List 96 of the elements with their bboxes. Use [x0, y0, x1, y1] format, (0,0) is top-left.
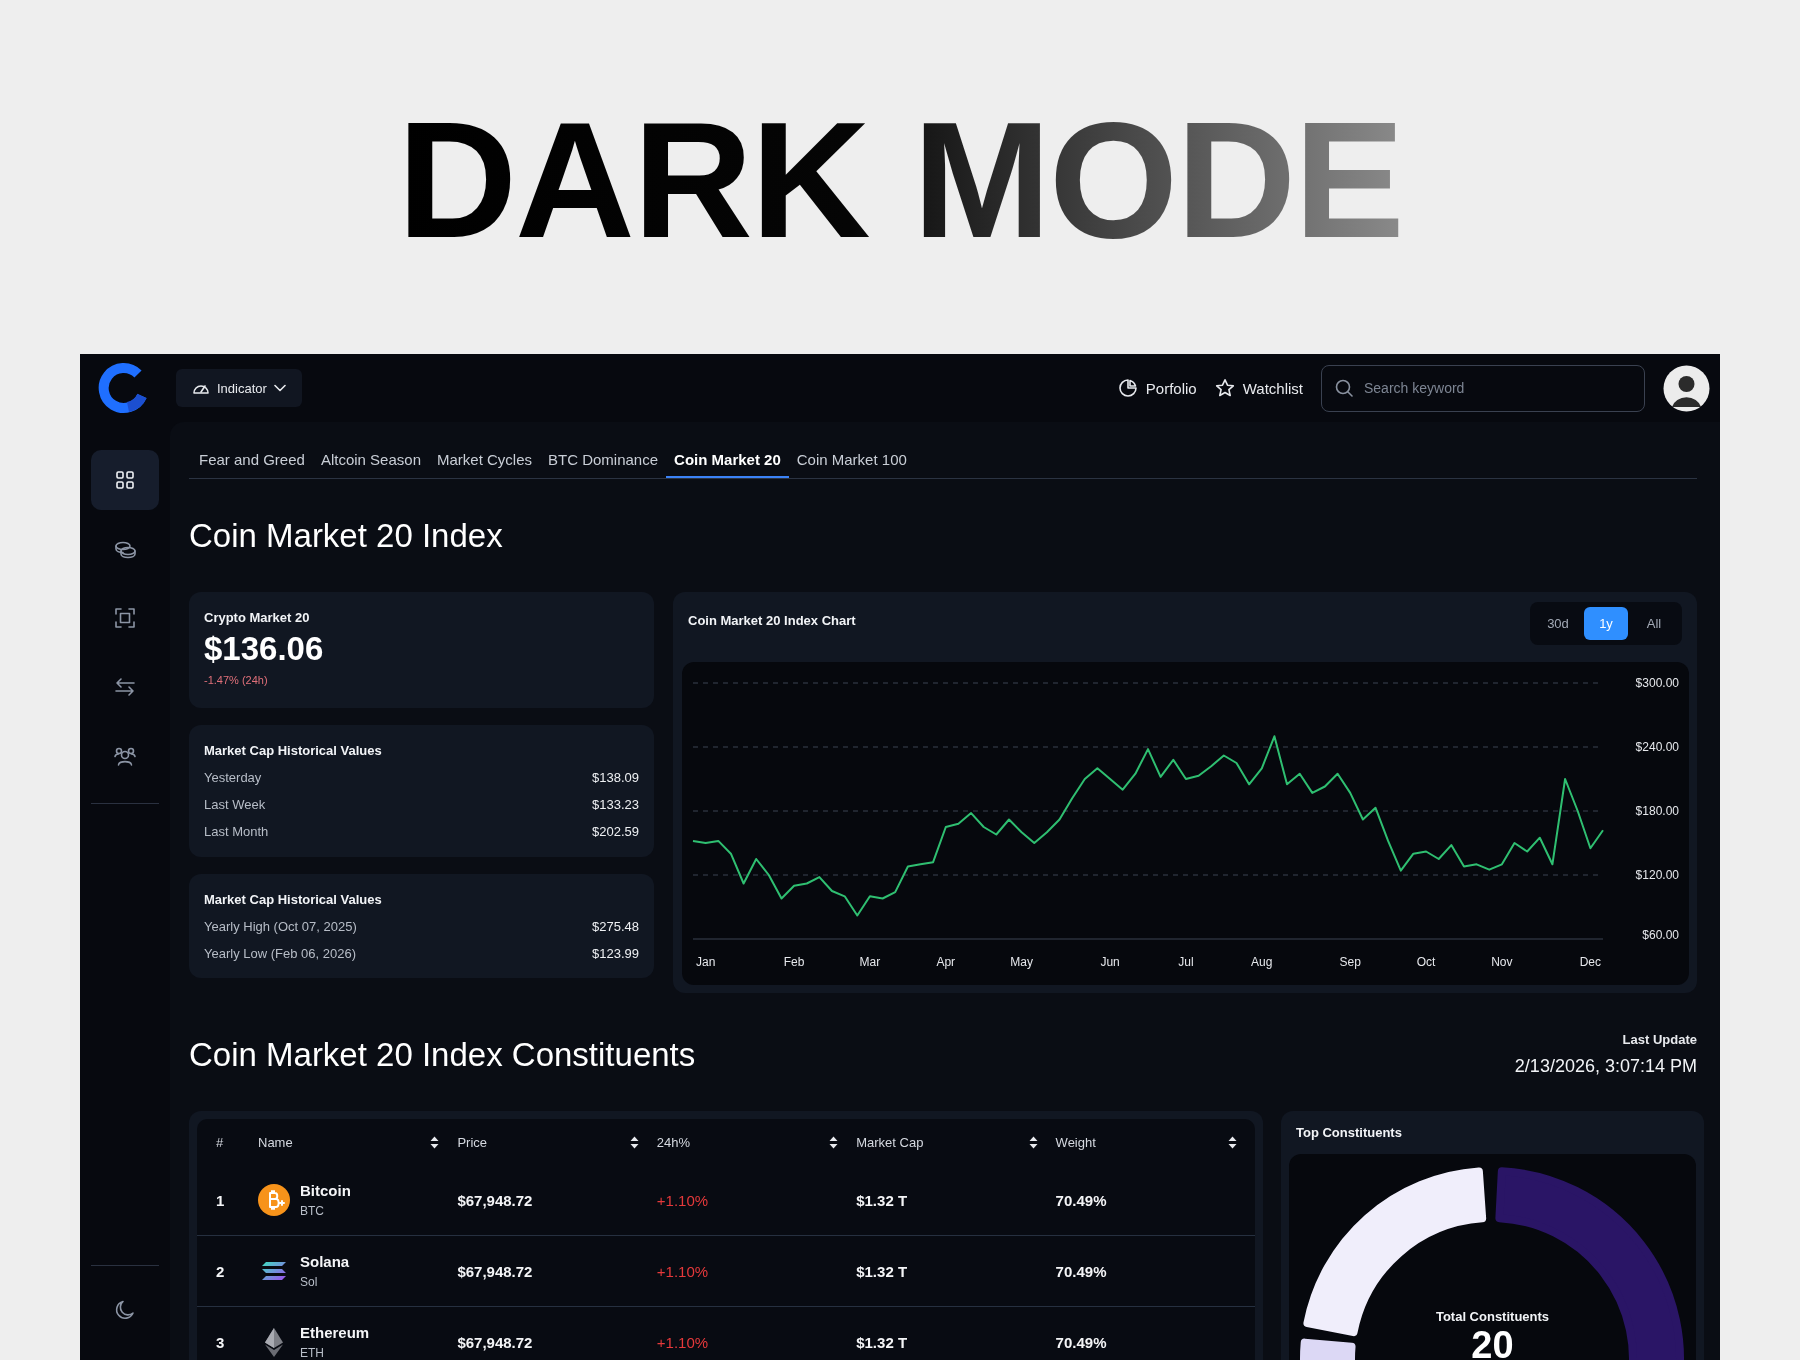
- coin-icon: [258, 1184, 290, 1216]
- x-tick-label: Jul: [1178, 955, 1194, 969]
- x-tick-label: Oct: [1416, 955, 1436, 969]
- x-tick-label: Aug: [1251, 955, 1273, 969]
- coin-name: Bitcoin: [300, 1182, 351, 1199]
- indicator-dropdown[interactable]: Indicator: [176, 369, 302, 407]
- column-header: Price: [457, 1134, 487, 1150]
- search-field[interactable]: Search keyword: [1321, 364, 1645, 412]
- range-option[interactable]: 30d: [1536, 607, 1580, 640]
- nav-link[interactable]: Porfolio: [1117, 378, 1197, 398]
- card-title: Market Cap Historical Values: [204, 743, 383, 759]
- table-cell-text: 3: [215, 1333, 226, 1351]
- row-label: Yesterday: [204, 770, 262, 786]
- coin-symbol: BTC: [300, 1204, 325, 1218]
- x-tick-label: Apr: [936, 955, 956, 969]
- card-title: Market Cap Historical Values: [204, 892, 383, 908]
- table-cell-text: $67,948.72: [457, 1262, 534, 1280]
- row-value: $138.09: [592, 770, 639, 786]
- table-cell-text: $1.32 T: [856, 1333, 909, 1351]
- sort-icon[interactable]: [430, 1135, 440, 1149]
- column-header: 24h%: [656, 1134, 691, 1150]
- sort-icon[interactable]: [1228, 1135, 1237, 1149]
- change-text: -1.47% (24h): [204, 674, 269, 686]
- x-tick-label: Nov: [1491, 955, 1513, 969]
- moon-icon[interactable]: [113, 1298, 137, 1322]
- frame-icon[interactable]: [114, 607, 136, 629]
- x-tick-label: Dec: [1579, 955, 1602, 969]
- sort-icon[interactable]: [1028, 1135, 1038, 1149]
- y-tick-label: $300.00: [1635, 676, 1679, 690]
- sort-icon[interactable]: [829, 1135, 839, 1149]
- tab[interactable]: Coin Market 100: [788, 442, 915, 478]
- y-tick-label: $240.00: [1635, 740, 1679, 754]
- row-label: Yearly Low (Feb 06, 2026): [204, 946, 356, 962]
- table-cell-text: 1: [215, 1191, 226, 1209]
- table-cell-text: +1.10%: [656, 1262, 710, 1280]
- tab[interactable]: Fear and Greed: [191, 442, 313, 478]
- chart-title: Coin Market 20 Index Chart: [688, 613, 856, 628]
- coin-symbol: ETH: [300, 1346, 325, 1360]
- table-cell-text: 70.49%: [1055, 1333, 1108, 1351]
- x-tick-label: Mar: [859, 955, 881, 969]
- sort-icon[interactable]: [629, 1135, 639, 1149]
- card-title: Crypto Market 20: [204, 610, 311, 626]
- table-cell-text: 2: [215, 1262, 226, 1280]
- table-cell-text: $1.32 T: [856, 1262, 909, 1280]
- tab[interactable]: Altcoin Season: [312, 442, 429, 478]
- row-label: Last Month: [204, 824, 269, 840]
- coin-symbol: Sol: [300, 1275, 319, 1289]
- grid-icon[interactable]: [114, 469, 136, 491]
- tab[interactable]: BTC Dominance: [540, 442, 667, 478]
- row-value: $275.48: [592, 919, 639, 935]
- index-value: $136.06: [204, 630, 325, 668]
- x-tick-label: Jan: [695, 955, 716, 969]
- nav-link[interactable]: Watchlist: [1214, 378, 1303, 398]
- x-tick-label: Sep: [1339, 955, 1361, 969]
- table-cell-text: +1.10%: [656, 1191, 710, 1209]
- table-cell-text: 70.49%: [1055, 1191, 1108, 1209]
- row-value: $123.99: [592, 946, 639, 962]
- total-count: 20: [1470, 1326, 1515, 1360]
- pie-chart-icon: [1117, 378, 1138, 398]
- tab[interactable]: Coin Market 20: [666, 442, 789, 478]
- table-cell-text: $1.32 T: [856, 1191, 909, 1209]
- table-cell-text: 70.49%: [1055, 1262, 1108, 1280]
- table-cell-text: $67,948.72: [457, 1191, 534, 1209]
- users-icon[interactable]: [114, 745, 136, 767]
- y-tick-label: $180.00: [1635, 804, 1679, 818]
- coin-name: Ethereum: [300, 1324, 370, 1341]
- table-cell-text: $67,948.72: [457, 1333, 534, 1351]
- avatar-icon[interactable]: [1663, 364, 1710, 412]
- row-value: $133.23: [592, 797, 639, 813]
- x-tick-label: Feb: [783, 955, 805, 969]
- column-header: #: [216, 1134, 224, 1150]
- sidebar-item[interactable]: [91, 450, 159, 510]
- x-tick-label: May: [1010, 955, 1033, 969]
- chevron-down-icon: [273, 384, 286, 392]
- row-label: Last Week: [204, 797, 266, 813]
- row-label: Yearly High (Oct 07, 2025): [204, 919, 357, 935]
- column-header: Name: [258, 1134, 293, 1150]
- range-option[interactable]: All: [1632, 607, 1676, 640]
- tab[interactable]: Market Cycles: [429, 442, 540, 478]
- star-icon: [1214, 378, 1235, 398]
- row-value: $202.59: [592, 824, 639, 840]
- swap-icon[interactable]: [114, 676, 136, 698]
- search-icon: [1335, 378, 1353, 397]
- column-header: Market Cap: [856, 1134, 924, 1150]
- center-label: Total Constituents: [1434, 1309, 1551, 1324]
- table-cell-text: +1.10%: [656, 1333, 710, 1351]
- y-tick-label: $60.00: [1642, 928, 1679, 942]
- last-update-label: Last Update: [1622, 1032, 1697, 1047]
- section-title: Coin Market 20 Index Constituents: [189, 1034, 696, 1075]
- column-header: Weight: [1055, 1134, 1096, 1150]
- page-title: Coin Market 20 Index: [189, 516, 504, 556]
- x-tick-label: Jun: [1100, 955, 1120, 969]
- last-update-time: 2/13/2026, 3:07:14 PM: [1514, 1056, 1697, 1077]
- y-tick-label: $120.00: [1635, 868, 1679, 882]
- coin-name: Solana: [300, 1253, 350, 1270]
- card-title: Top Constituents: [1295, 1125, 1403, 1142]
